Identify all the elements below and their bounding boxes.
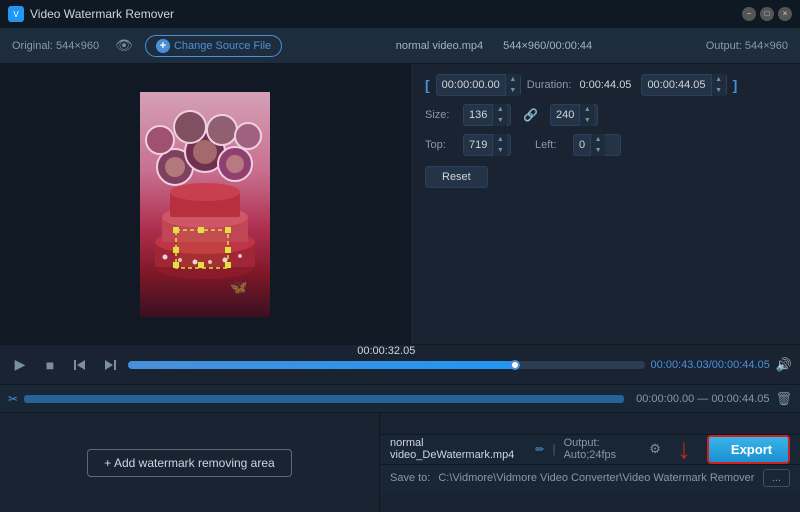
- progress-fill: [128, 361, 515, 369]
- height-up[interactable]: ▲: [580, 104, 594, 115]
- close-button[interactable]: ×: [778, 7, 792, 21]
- toolbar: Original: 544×960 👁 + Change Source File…: [0, 28, 800, 64]
- browse-button[interactable]: ...: [763, 469, 790, 487]
- left-panel: 🦋: [0, 64, 410, 344]
- height-value: 240: [551, 109, 579, 121]
- top-value: 719: [464, 139, 492, 151]
- reset-button[interactable]: Reset: [425, 166, 488, 188]
- window-controls: − □ ×: [742, 7, 792, 21]
- output-separator: |: [552, 442, 555, 456]
- scissors-icon: ✂: [8, 392, 18, 406]
- top-up[interactable]: ▲: [493, 134, 507, 145]
- save-to-label: Save to:: [390, 472, 430, 484]
- position-controls: Top: 719 ▲ ▼ Left: 0 ▲ ▼: [425, 134, 786, 156]
- output-filename: normal video_DeWatermark.mp4: [390, 437, 527, 461]
- start-time-value: 00:00:00.00: [437, 79, 505, 91]
- left-input[interactable]: 0 ▲ ▼: [573, 134, 621, 156]
- right-panel: [ 00:00:00.00 ▲ ▼ Duration: 0:00:44.05 0…: [410, 64, 800, 344]
- size-controls: Size: 136 ▲ ▼ 🔗 240 ▲ ▼: [425, 104, 786, 126]
- app-window: V Video Watermark Remover − □ × Original…: [0, 0, 800, 512]
- left-down[interactable]: ▼: [591, 145, 605, 156]
- svg-text:V: V: [13, 10, 19, 19]
- width-value: 136: [464, 109, 492, 121]
- top-down[interactable]: ▼: [493, 145, 507, 156]
- start-time-input[interactable]: 00:00:00.00 ▲ ▼: [436, 74, 521, 96]
- start-time-down[interactable]: ▼: [506, 85, 520, 96]
- duration-label: Duration:: [527, 79, 572, 91]
- time-display: 00:00:43.03/00:00:44.05: [651, 359, 770, 371]
- download-arrow-icon: ↓: [677, 433, 691, 465]
- height-input[interactable]: 240 ▲ ▼: [550, 104, 598, 126]
- plus-circle-icon: +: [156, 39, 170, 53]
- app-icon: V: [8, 6, 24, 22]
- video-preview: 🦋: [140, 92, 270, 317]
- left-up[interactable]: ▲: [591, 134, 605, 145]
- top-input[interactable]: 719 ▲ ▼: [463, 134, 511, 156]
- progress-wrapper[interactable]: 00:00:32.05: [128, 361, 645, 369]
- play-button[interactable]: ▶: [8, 353, 32, 377]
- end-time-input[interactable]: 00:00:44.05 ▲ ▼: [641, 74, 726, 96]
- width-down[interactable]: ▼: [493, 115, 507, 126]
- stop-button[interactable]: ■: [38, 353, 62, 377]
- original-resolution-label: Original: 544×960: [12, 40, 99, 52]
- titlebar: V Video Watermark Remover − □ ×: [0, 0, 800, 28]
- top-label: Top:: [425, 139, 455, 151]
- start-time-up[interactable]: ▲: [506, 74, 520, 85]
- add-watermark-button[interactable]: + Add watermark removing area: [87, 449, 291, 477]
- playback-controls: ▶ ■ 00:00:32.05 00:00:43.03/00:00:44.05 …: [0, 344, 800, 384]
- timeline-range: [24, 395, 624, 403]
- link-icon[interactable]: 🔗: [523, 108, 538, 122]
- end-time-spinners[interactable]: ▲ ▼: [711, 74, 726, 96]
- next-frame-button[interactable]: [98, 353, 122, 377]
- prev-frame-button[interactable]: [68, 353, 92, 377]
- timeline-row: ✂ 00:00:00.00 — 00:00:44.05 🗑: [0, 384, 800, 412]
- edit-filename-icon[interactable]: ✏: [535, 443, 544, 456]
- progress-thumb[interactable]: [510, 360, 520, 370]
- svg-text:🦋: 🦋: [230, 279, 248, 295]
- time-controls: [ 00:00:00.00 ▲ ▼ Duration: 0:00:44.05 0…: [425, 74, 786, 96]
- reset-row: Reset: [425, 164, 786, 188]
- export-bar: normal video_DeWatermark.mp4 ✏ | Output:…: [380, 434, 800, 464]
- save-bar: Save to: C:\Vidmore\Vidmore Video Conver…: [380, 464, 800, 492]
- output-resolution-label: Output: 544×960: [706, 40, 788, 52]
- app-title: Video Watermark Remover: [30, 7, 742, 21]
- start-time-spinners[interactable]: ▲ ▼: [505, 74, 520, 96]
- settings-gear-icon[interactable]: ⚙: [649, 441, 661, 457]
- width-input[interactable]: 136 ▲ ▼: [463, 104, 511, 126]
- bracket-close: ]: [733, 77, 738, 93]
- save-path: C:\Vidmore\Vidmore Video Converter\Video…: [438, 472, 754, 484]
- height-down[interactable]: ▼: [580, 115, 594, 126]
- bracket-open: [: [425, 77, 430, 93]
- preview-area: 🦋: [0, 64, 410, 344]
- left-label: Left:: [535, 139, 565, 151]
- left-value: 0: [574, 139, 590, 151]
- eye-icon[interactable]: 👁: [115, 37, 133, 54]
- duration-value: 0:00:44.05: [579, 79, 631, 91]
- trash-icon[interactable]: 🗑: [775, 391, 792, 407]
- main-split: 🦋: [0, 64, 800, 512]
- time-center: 00:00:32.05: [357, 345, 415, 357]
- export-button[interactable]: Export: [707, 435, 790, 464]
- bottom-right: normal video_DeWatermark.mp4 ✏ | Output:…: [380, 413, 800, 512]
- output-settings-label: Output: Auto;24fps: [564, 437, 642, 461]
- end-time-value: 00:00:44.05: [642, 79, 710, 91]
- end-time-up[interactable]: ▲: [712, 74, 726, 85]
- end-time-down[interactable]: ▼: [712, 85, 726, 96]
- time-range-label: 00:00:00.00 — 00:00:44.05: [636, 393, 769, 405]
- file-dimensions: 544×960/00:00:44: [503, 40, 592, 52]
- change-source-button[interactable]: + Change Source File: [145, 35, 282, 57]
- minimize-button[interactable]: −: [742, 7, 756, 21]
- bottom-panel: + Add watermark removing area normal vid…: [0, 412, 800, 512]
- bottom-left: + Add watermark removing area: [0, 413, 380, 512]
- width-up[interactable]: ▲: [493, 104, 507, 115]
- size-label: Size:: [425, 109, 455, 121]
- maximize-button[interactable]: □: [760, 7, 774, 21]
- file-info: normal video.mp4 544×960/00:00:44: [294, 40, 694, 52]
- volume-icon[interactable]: 🔊: [776, 357, 792, 373]
- progress-bar[interactable]: [128, 361, 645, 369]
- filename: normal video.mp4: [396, 40, 483, 52]
